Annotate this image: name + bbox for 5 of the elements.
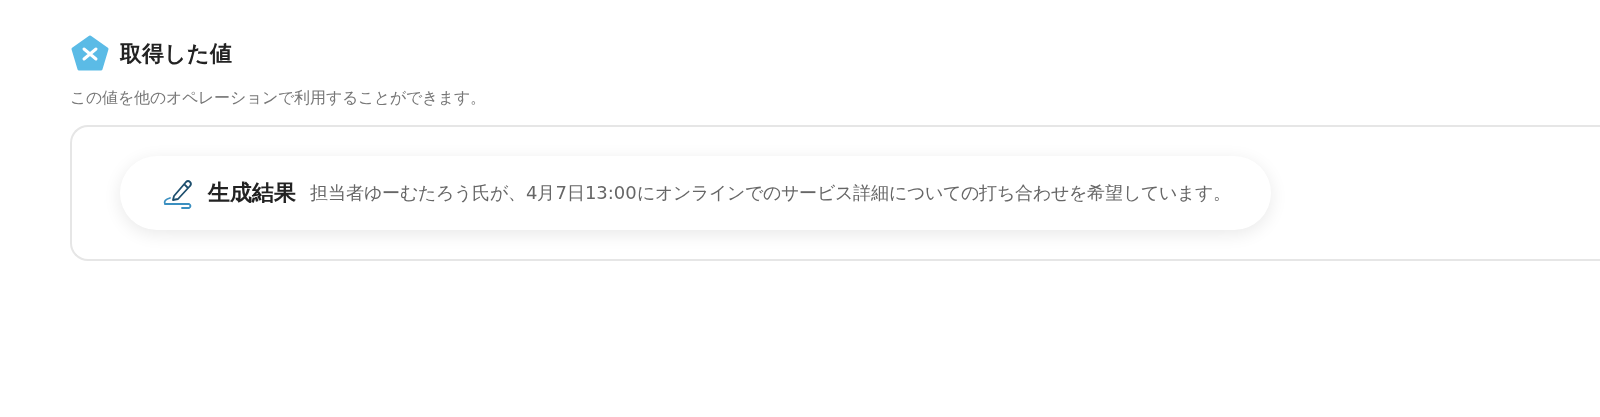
result-label: 生成結果 <box>208 179 296 207</box>
logo-icon <box>70 34 110 74</box>
section-title: 取得した値 <box>120 40 232 68</box>
section-description: この値を他のオペレーションで利用することができます。 <box>70 88 487 109</box>
result-value: 担当者ゆーむたろう氏が、4月7日13:00にオンラインでのサービス詳細についての打ち合わせを希望しています。 <box>310 181 1231 205</box>
